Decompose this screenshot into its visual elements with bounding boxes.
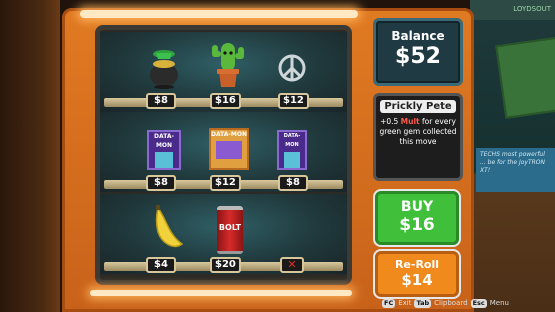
background-poster: TECHS most powerful ... be for the JoyTR… bbox=[476, 148, 555, 192]
price-tag: $8 bbox=[146, 175, 176, 191]
item-display: $8 $16 $12 DATA-MON DATA-MON DATA-MON $8… bbox=[95, 25, 352, 285]
sold-out-icon: ✕ bbox=[280, 257, 304, 273]
banana-icon[interactable] bbox=[146, 202, 190, 256]
control-hints: FC Exit Tab Clipboard Esc Menu bbox=[382, 296, 555, 310]
exit-hint[interactable]: Exit bbox=[398, 299, 411, 307]
menu-hint[interactable]: Menu bbox=[490, 299, 509, 307]
price-tag: $12 bbox=[278, 93, 309, 109]
key-tab: Tab bbox=[414, 298, 432, 308]
peace-sign-icon[interactable] bbox=[272, 48, 312, 88]
item-info-panel: Prickly Pete +0.5 Mult for every green g… bbox=[373, 93, 463, 181]
balance-label: Balance bbox=[391, 29, 445, 43]
price-tag: $20 bbox=[210, 257, 241, 273]
price-tag: $4 bbox=[146, 257, 176, 273]
data-mon-cards-icon[interactable]: DATA-MON bbox=[144, 126, 184, 174]
data-mon-box-icon[interactable]: DATA-MON bbox=[206, 124, 252, 174]
price-tag: $8 bbox=[146, 93, 176, 109]
background-wall-left bbox=[0, 0, 60, 312]
neon-light-bottom bbox=[90, 290, 352, 296]
item-description: +0.5 Mult for every green gem collected … bbox=[379, 117, 457, 146]
pot-of-gold-icon[interactable] bbox=[142, 42, 186, 92]
clipboard-hint[interactable]: Clipboard bbox=[434, 299, 467, 307]
circuit-board-decoration bbox=[495, 35, 555, 119]
price-tag: $16 bbox=[210, 93, 241, 109]
balance-display: Balance $52 bbox=[373, 18, 463, 86]
cactus-icon[interactable] bbox=[206, 38, 250, 94]
data-mon-cards-icon[interactable]: DATA-MON bbox=[272, 126, 312, 174]
background-sign: LOYDSOUT bbox=[470, 0, 555, 20]
price-tag: $12 bbox=[210, 175, 241, 191]
item-name: Prickly Pete bbox=[380, 100, 456, 113]
key-fc: FC bbox=[382, 298, 396, 308]
balance-value: $52 bbox=[395, 44, 441, 69]
price-tag: $8 bbox=[278, 175, 308, 191]
bolt-can-icon[interactable]: BOLT bbox=[212, 202, 248, 258]
neon-light-top bbox=[80, 10, 358, 18]
key-esc: Esc bbox=[470, 298, 487, 308]
reroll-button[interactable]: Re-Roll $14 bbox=[375, 251, 459, 297]
buy-button[interactable]: BUY $16 bbox=[375, 191, 459, 245]
